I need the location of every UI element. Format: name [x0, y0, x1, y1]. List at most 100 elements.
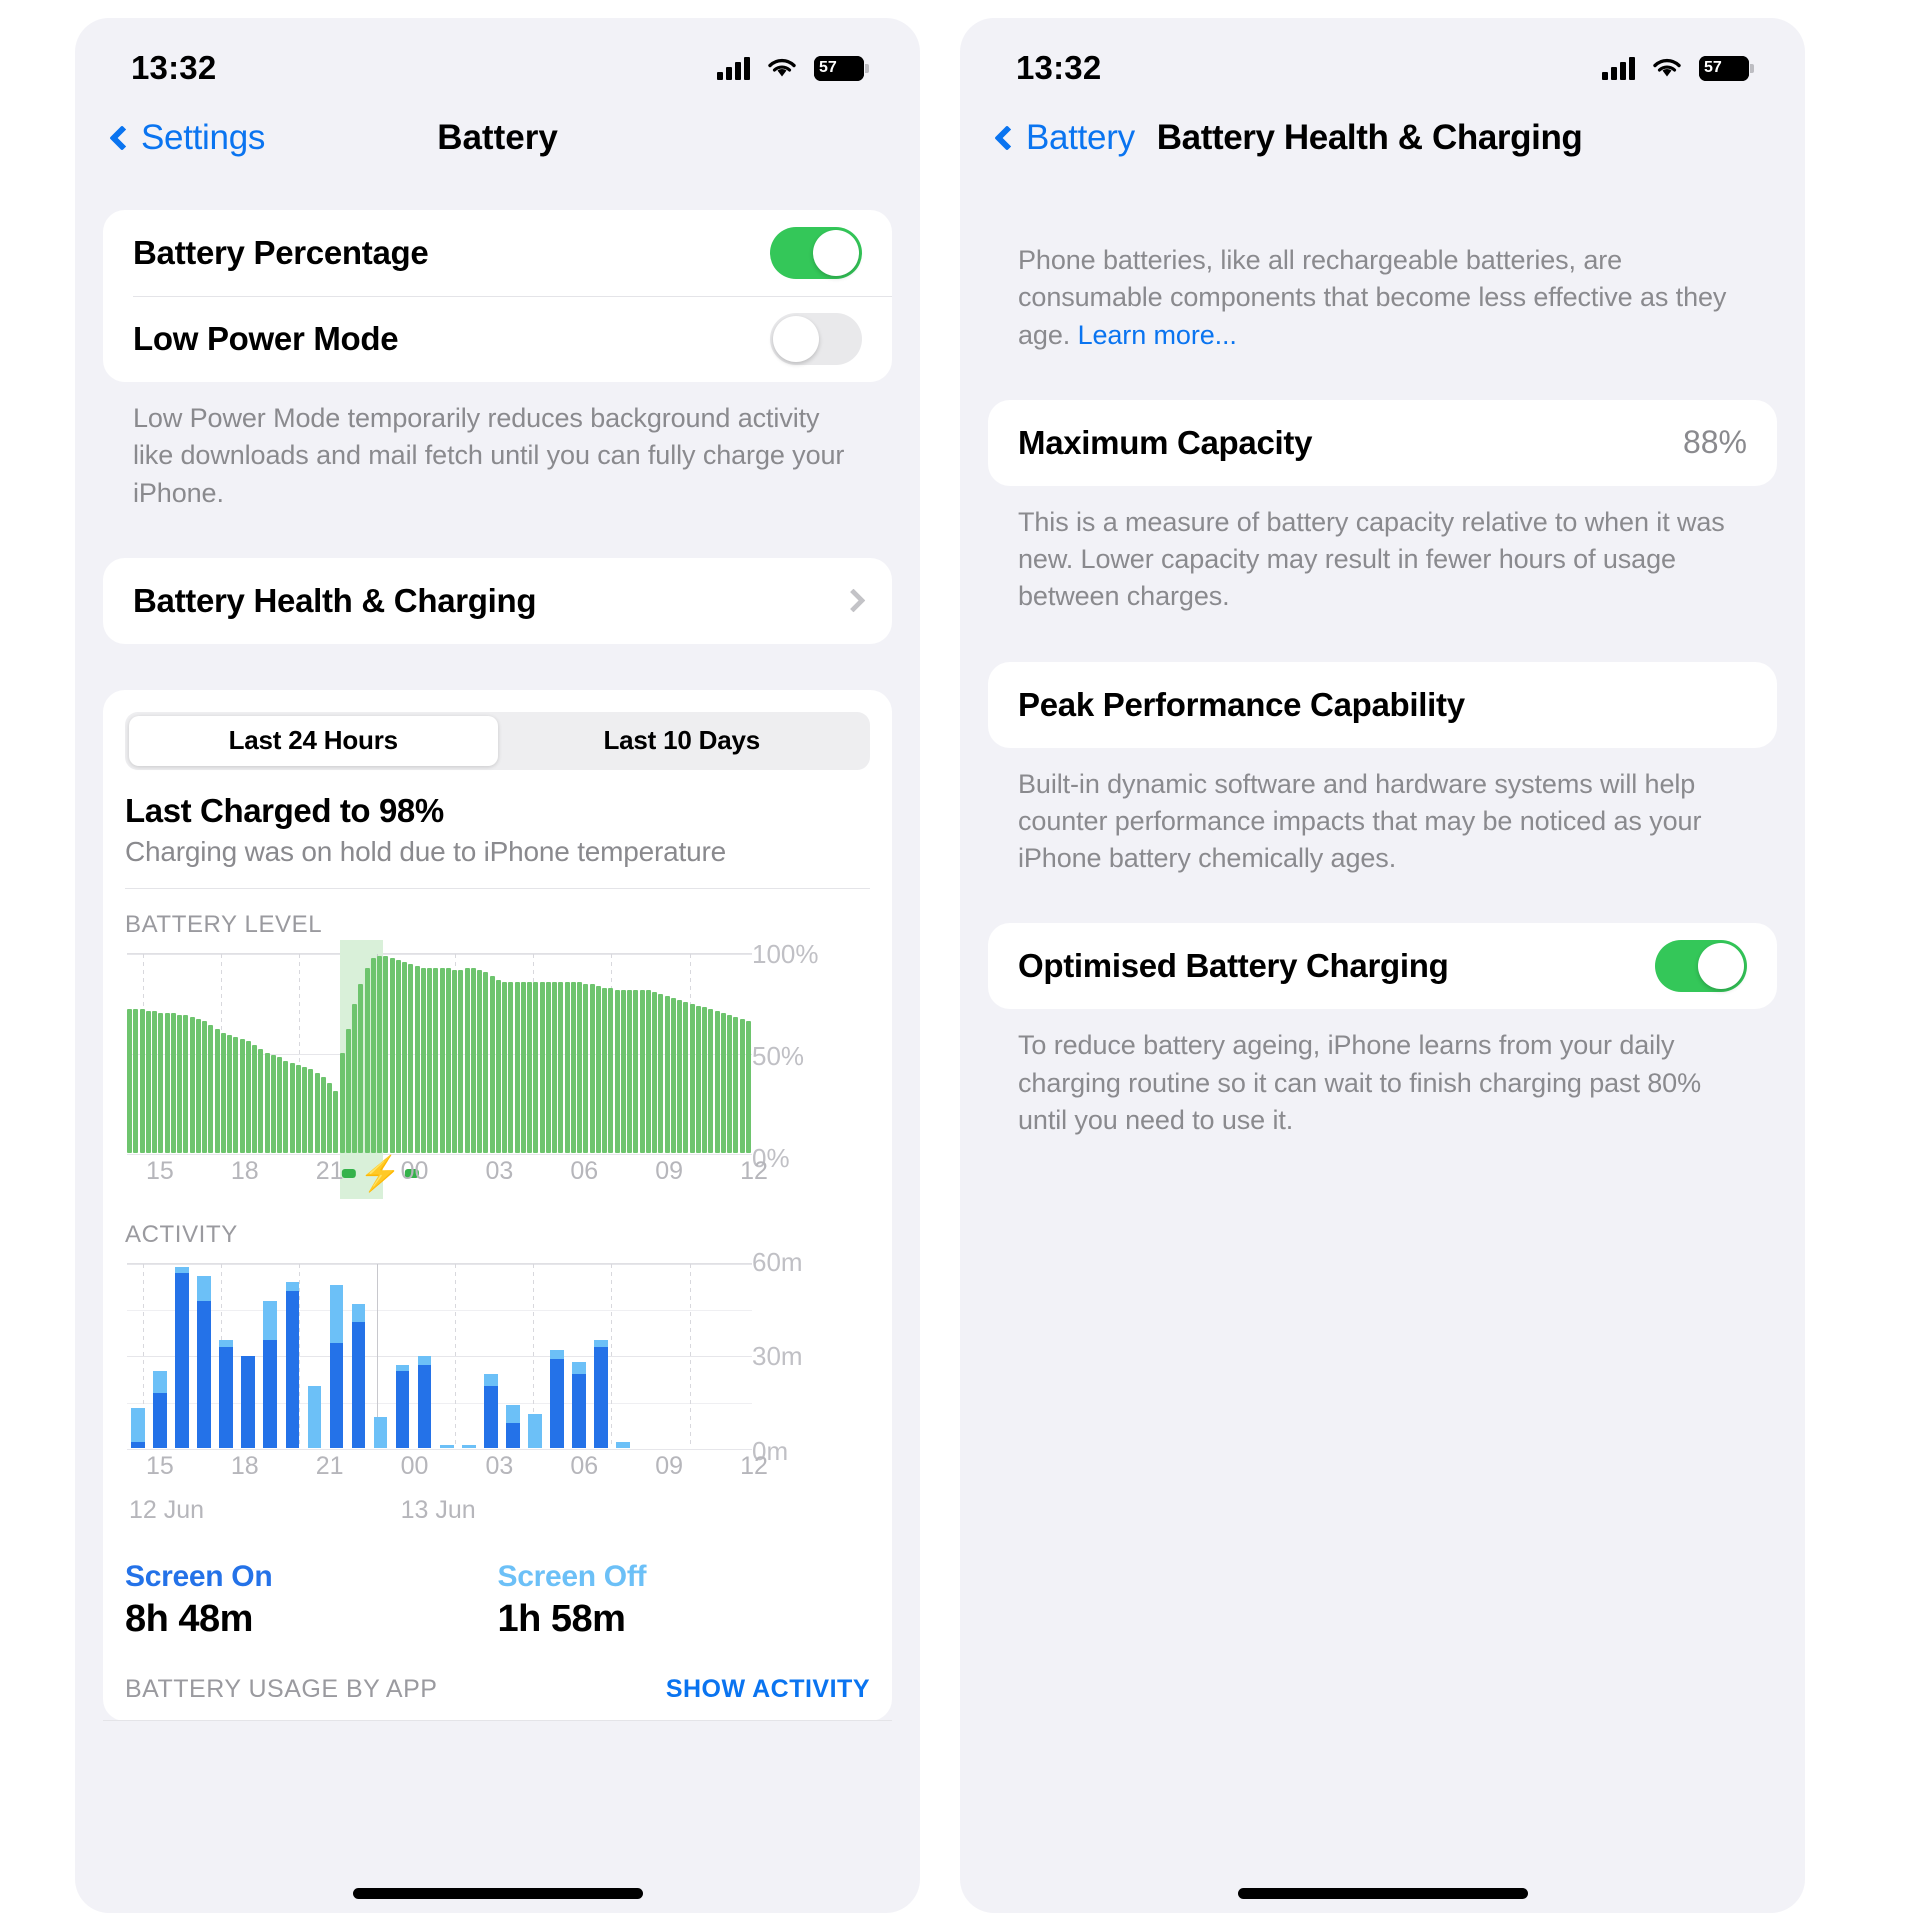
home-indicator-right [1238, 1888, 1528, 1899]
activity-stack [308, 1264, 322, 1448]
bar [352, 1004, 357, 1153]
activity-slot [480, 1264, 502, 1448]
bar [583, 984, 588, 1153]
bar [433, 968, 438, 1153]
bar [158, 1013, 163, 1152]
activity-slot [127, 1264, 149, 1448]
usage-by-app-label: BATTERY USAGE BY APP [125, 1675, 437, 1704]
row-battery-percentage[interactable]: Battery Percentage [103, 210, 892, 296]
activity-stack [197, 1264, 211, 1448]
bar [421, 968, 426, 1153]
bar [265, 1053, 270, 1153]
bar [565, 982, 570, 1153]
screen-on-segment [550, 1359, 564, 1448]
maximum-capacity-value: 88% [1683, 424, 1747, 461]
back-button-settings[interactable]: Settings [105, 118, 265, 158]
activity-slot [392, 1264, 414, 1448]
low-power-mode-toggle[interactable] [770, 313, 862, 365]
activity-slot [590, 1264, 612, 1448]
bar [671, 998, 676, 1153]
battery-level-plot [127, 953, 752, 1153]
activity-slot [524, 1264, 546, 1448]
optimised-charging-toggle[interactable] [1655, 940, 1747, 992]
screen-on-segment [241, 1356, 255, 1448]
row-low-power-mode[interactable]: Low Power Mode [103, 296, 892, 382]
low-power-mode-label: Low Power Mode [133, 320, 398, 358]
bar [496, 980, 501, 1153]
battery-health-card: Battery Health & Charging [103, 558, 892, 644]
battery-percentage-label: Battery Percentage [133, 234, 428, 272]
bar [696, 1006, 701, 1153]
bar [708, 1009, 713, 1152]
x-tick: 15 [146, 1157, 174, 1186]
bar [321, 1077, 326, 1153]
date-label: 12 Jun [129, 1496, 204, 1525]
row-battery-health-charging[interactable]: Battery Health & Charging [103, 558, 892, 644]
bar [358, 984, 363, 1153]
peak-performance-footnote: Built-in dynamic software and hardware s… [988, 748, 1777, 878]
bar [408, 964, 413, 1153]
activity-stack [484, 1264, 498, 1448]
activity-slot [370, 1264, 392, 1448]
bar [208, 1025, 213, 1152]
bar [327, 1083, 332, 1153]
activity-stack [594, 1264, 608, 1448]
bar [383, 956, 388, 1153]
maximum-capacity-footnote: This is a measure of battery capacity re… [988, 486, 1777, 616]
screen-off-segment [374, 1417, 388, 1448]
activity-stack [352, 1264, 366, 1448]
screen-on-segment [484, 1386, 498, 1447]
x-tick: 06 [570, 1157, 598, 1186]
activity-stack [440, 1264, 454, 1448]
bar [133, 1009, 138, 1152]
segment-last-10-days[interactable]: Last 10 Days [498, 716, 867, 766]
screen-on-segment [330, 1343, 344, 1447]
bar [677, 1000, 682, 1153]
status-bar-right: 13:32 57 [960, 18, 1805, 96]
activity-stack [418, 1264, 432, 1448]
activity-stack [330, 1264, 344, 1448]
bar [146, 1011, 151, 1152]
activity-stack [286, 1264, 300, 1448]
bar [458, 970, 463, 1153]
time-range-segmented-control[interactable]: Last 24 Hours Last 10 Days [125, 712, 870, 770]
screen-on-segment [396, 1371, 410, 1448]
bar [202, 1021, 207, 1152]
bar [446, 968, 451, 1153]
bar [277, 1057, 282, 1153]
cellular-bars-icon [717, 56, 750, 80]
battery-percentage-toggle[interactable] [770, 227, 862, 279]
activity-y-axis: 60m 30m 0m [752, 1249, 862, 1458]
screen-on-value: 8h 48m [125, 1598, 498, 1641]
status-time: 13:32 [1016, 49, 1101, 87]
show-activity-button[interactable]: SHOW ACTIVITY [666, 1675, 870, 1704]
left-phone-screen: 13:32 57 Settings Battery [75, 18, 920, 1913]
back-button-battery[interactable]: Battery [990, 118, 1135, 158]
learn-more-link[interactable]: Learn more... [1078, 320, 1237, 350]
bar [633, 990, 638, 1153]
bar [740, 1019, 745, 1152]
segment-last-24-hours[interactable]: Last 24 Hours [129, 716, 498, 766]
row-optimised-charging[interactable]: Optimised Battery Charging [988, 923, 1777, 1009]
bar [227, 1035, 232, 1152]
bar [683, 1002, 688, 1153]
bar [502, 982, 507, 1153]
battery-icon: 57 [814, 56, 864, 81]
x-tick: 15 [146, 1452, 174, 1481]
activity-slot [281, 1264, 303, 1448]
activity-stack [572, 1264, 586, 1448]
bar [315, 1073, 320, 1153]
optimised-charging-footnote: To reduce battery ageing, iPhone learns … [988, 1009, 1777, 1139]
x-tick: 00 [401, 1452, 429, 1481]
chevron-left-icon [109, 125, 134, 150]
activity-slot [436, 1264, 458, 1448]
bar [221, 1033, 226, 1152]
screen-on-segment [219, 1347, 233, 1448]
bar [640, 990, 645, 1153]
screen-on-label: Screen On [125, 1560, 498, 1594]
bar [171, 1013, 176, 1152]
screen-off-label: Screen Off [498, 1560, 871, 1594]
activity-stack [175, 1264, 189, 1448]
screen-off-segment [131, 1408, 145, 1442]
activity-slot [347, 1264, 369, 1448]
